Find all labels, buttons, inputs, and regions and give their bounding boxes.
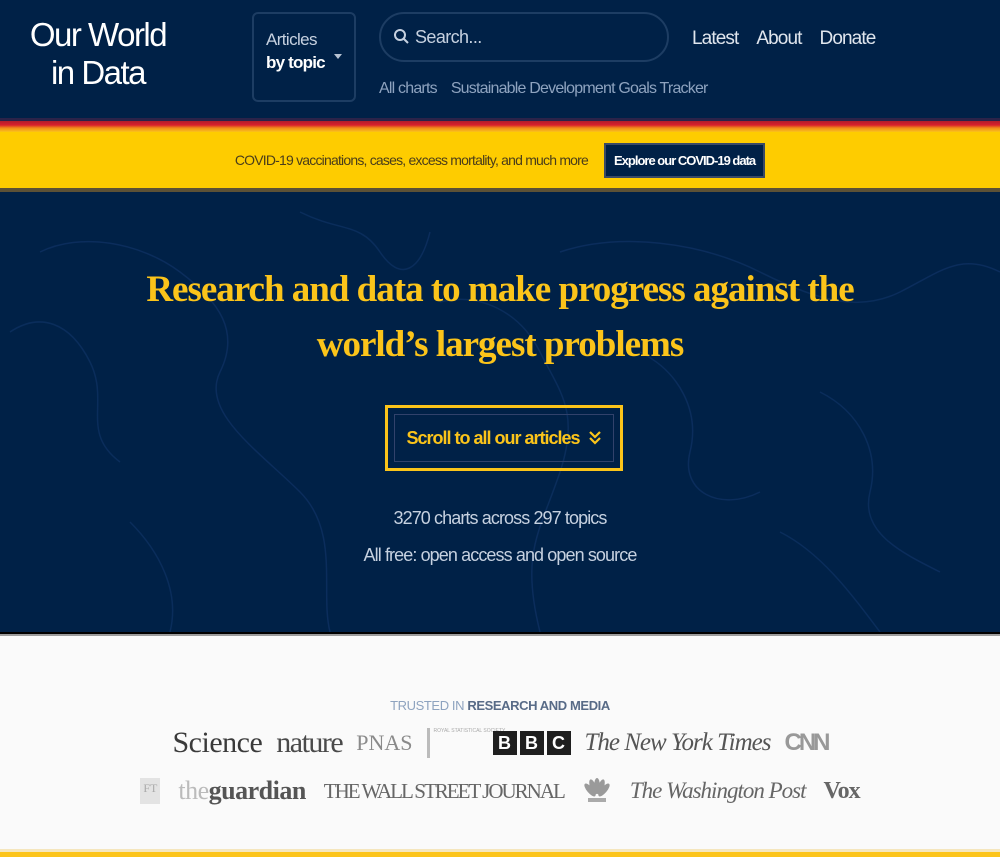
- about-link[interactable]: About: [756, 28, 802, 50]
- covid-banner-text: COVID-19 vaccinations, cases, excess mor…: [234, 152, 589, 168]
- vox-logo: Vox: [823, 777, 860, 804]
- ft-logo: FT: [140, 778, 161, 804]
- topics-label-1: Articles: [266, 30, 318, 49]
- bbc-logo: B B C: [492, 731, 571, 755]
- covid-banner: COVID-19 vaccinations, cases, excess mor…: [0, 132, 1000, 188]
- site-logo[interactable]: Our World in Data: [22, 16, 174, 92]
- site-stats: 3270 charts across 297 topics All free: …: [250, 500, 750, 574]
- search-box[interactable]: [379, 12, 669, 62]
- media-logos-row-1: Science nature PNAS ROYAL STATISTICAL SO…: [0, 726, 1000, 760]
- trusted-heading-bold: RESEARCH AND MEDIA: [467, 698, 610, 713]
- donate-link[interactable]: Donate: [820, 28, 877, 50]
- wall-street-journal-logo: THE WALL STREET JOURNAL: [323, 778, 566, 803]
- explore-covid-button[interactable]: Explore our COVID-19 data: [604, 142, 766, 178]
- bottom-stripe: [0, 849, 1000, 857]
- washington-post-logo: The Washington Post: [629, 778, 807, 803]
- trusted-by-section: TRUSTED IN RESEARCH AND MEDIA Science na…: [0, 636, 1000, 849]
- science-logo: Science: [172, 726, 263, 759]
- bbc-letter-b1: B: [492, 731, 517, 755]
- top-navigation: Our World in Data Articles by topic All …: [0, 0, 1000, 118]
- guardian-main: guardian: [208, 776, 307, 805]
- logo-line-2: in Data: [50, 54, 147, 91]
- bbc-letter-c: C: [546, 731, 571, 755]
- nbc-peacock-icon: [584, 778, 610, 802]
- sdg-tracker-link[interactable]: Sustainable Development Goals Tracker: [451, 80, 709, 98]
- logo-line-1: Our World: [29, 16, 168, 53]
- caret-down-icon: [334, 54, 342, 59]
- nature-logo: nature: [276, 726, 343, 759]
- trusted-heading-light: TRUSTED IN: [390, 698, 465, 713]
- pnas-logo: PNAS: [356, 730, 413, 755]
- guardian-the: the: [178, 776, 209, 805]
- all-charts-link[interactable]: All charts: [379, 80, 438, 98]
- articles-by-topic-button[interactable]: Articles by topic: [252, 12, 356, 102]
- charts-count-text: 3270 charts across 297 topics: [393, 508, 607, 528]
- media-logos-row-2: FT theguardian THE WALL STREET JOURNAL T…: [0, 776, 1000, 806]
- hero-section: Research and data to make progress again…: [0, 192, 1000, 632]
- bbc-letter-b2: B: [519, 731, 544, 755]
- open-access-text: All free: open access and open source: [363, 545, 638, 565]
- hero-title: Research and data to make progress again…: [146, 269, 854, 365]
- search-input[interactable]: [415, 26, 635, 48]
- trusted-heading: TRUSTED IN RESEARCH AND MEDIA: [0, 698, 1000, 713]
- guardian-logo: theguardian: [178, 776, 307, 806]
- search-icon: [393, 28, 411, 46]
- royal-statistical-society-logo: ROYAL STATISTICAL SOCIETY: [426, 728, 505, 758]
- latest-link[interactable]: Latest: [692, 28, 739, 50]
- scroll-to-articles-button[interactable]: Scroll to all our articles: [385, 405, 623, 471]
- color-stripe: [0, 118, 1000, 132]
- scroll-button-label: Scroll to all our articles: [406, 427, 580, 448]
- main-links: Latest About Donate: [692, 28, 877, 50]
- new-york-times-logo: The New York Times: [584, 729, 772, 756]
- double-chevron-down-icon: [588, 431, 601, 445]
- secondary-links: All charts Sustainable Development Goals…: [379, 80, 708, 98]
- cnn-logo: CNN: [784, 729, 830, 756]
